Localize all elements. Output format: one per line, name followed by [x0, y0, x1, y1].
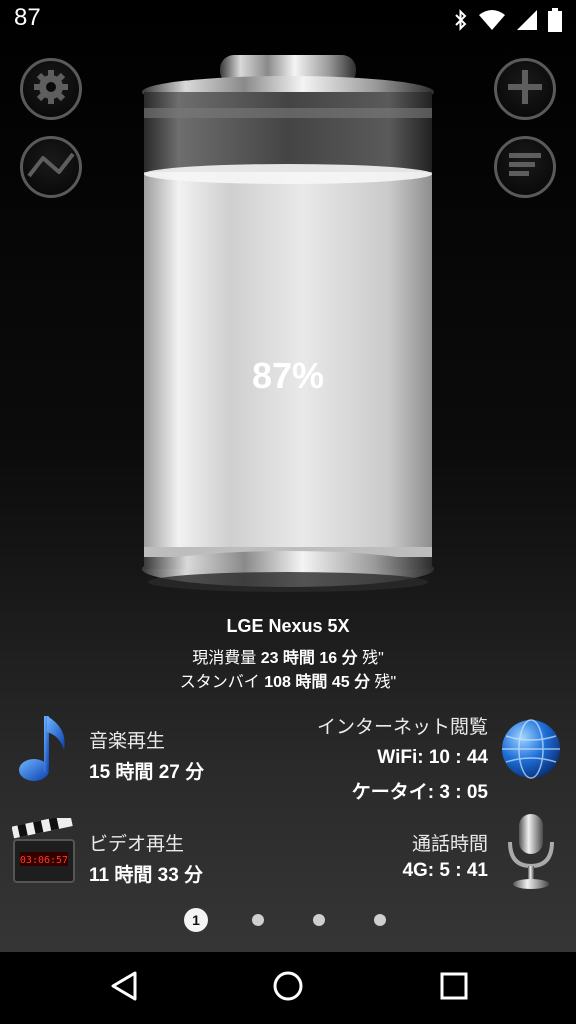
usage-label: 現消費量 — [192, 650, 257, 667]
call-label: 通話時間 — [411, 834, 488, 855]
wifi-icon — [478, 9, 506, 35]
status-battery-level: 87 — [14, 4, 41, 31]
clapperboard-icon: 03:06:57 — [11, 814, 76, 888]
home-circle-icon — [272, 970, 304, 1006]
navigation-bar — [0, 952, 576, 1024]
video-playback-stat: ビデオ再生 11 時間 33 分 — [89, 829, 203, 887]
battery-icon — [548, 8, 562, 36]
globe-icon — [500, 718, 562, 784]
recents-square-icon — [439, 971, 469, 1005]
standby-suffix: 残" — [374, 674, 397, 691]
gear-icon — [31, 67, 71, 111]
list-button[interactable] — [494, 136, 556, 198]
list-icon — [507, 150, 543, 184]
standby-label: スタンバイ — [179, 674, 260, 691]
video-value: 11 時間 33 分 — [89, 865, 204, 886]
call-value: 4G: 5 : 41 — [402, 860, 488, 881]
call-time-stat: 通話時間 4G: 5 : 41 — [402, 829, 488, 882]
home-button[interactable] — [268, 970, 308, 1006]
internet-label: インターネット閲覧 — [316, 717, 488, 738]
signal-icon — [516, 9, 538, 35]
usage-suffix: 残" — [362, 650, 384, 667]
clapperboard-timer-text: 03:06:57 — [20, 855, 68, 866]
music-note-icon — [16, 712, 72, 788]
device-name: LGE Nexus 5X — [226, 616, 350, 636]
standby-value: 108 時間 45 分 — [264, 674, 371, 691]
bluetooth-icon — [454, 9, 468, 35]
status-bar: 87 — [0, 0, 576, 40]
plus-icon — [506, 68, 544, 110]
back-button[interactable] — [104, 970, 144, 1006]
back-triangle-icon — [109, 970, 139, 1006]
settings-button[interactable] — [20, 58, 82, 120]
status-icons — [454, 8, 562, 36]
add-button[interactable] — [494, 58, 556, 120]
line-chart-icon — [27, 150, 75, 184]
battery-percentage: 87% — [251, 355, 325, 396]
music-label: 音楽再生 — [89, 731, 166, 752]
internet-wifi-value: WiFi: 10 : 44 — [377, 747, 488, 768]
recents-button[interactable] — [434, 970, 474, 1006]
music-value: 15 時間 27 分 — [89, 762, 205, 783]
battery-graphic — [140, 52, 436, 597]
page-indicator: 1 — [0, 906, 576, 934]
standby-line: スタンバイ 108 時間 45 分 残" — [0, 668, 576, 692]
internet-browsing-stat: インターネット閲覧 WiFi: 10 : 44 ケータイ: 3 : 05 — [317, 712, 488, 804]
music-playback-stat: 音楽再生 15 時間 27 分 — [89, 726, 204, 784]
microphone-icon — [504, 812, 558, 894]
video-label: ビデオ再生 — [89, 834, 185, 855]
usage-line: 現消費量 23 時間 16 分 残" — [0, 644, 576, 668]
page-dot-active[interactable]: 1 — [184, 908, 208, 932]
usage-value: 23 時間 16 分 — [260, 650, 358, 667]
page-dot[interactable] — [374, 914, 386, 926]
page-dot[interactable] — [313, 914, 325, 926]
internet-mobile-value: ケータイ: 3 : 05 — [351, 782, 488, 803]
page-dot[interactable] — [252, 914, 264, 926]
graph-button[interactable] — [20, 136, 82, 198]
